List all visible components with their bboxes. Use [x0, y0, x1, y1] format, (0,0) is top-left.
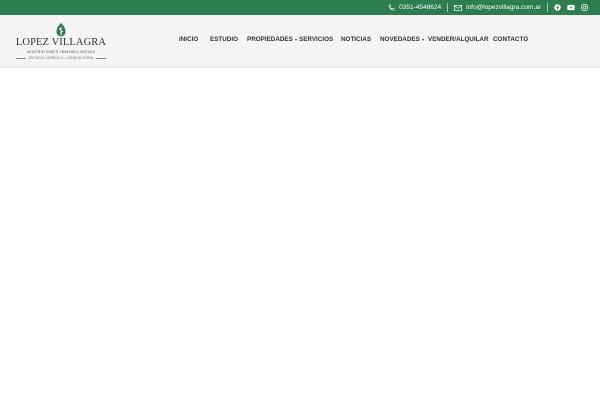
nav-item-estudio[interactable]: ESTUDIO [210, 36, 238, 43]
phone-link[interactable]: 0351-4548624 [388, 4, 441, 11]
facebook-icon[interactable] [554, 4, 561, 11]
instagram-icon[interactable] [581, 4, 588, 11]
divider [547, 3, 548, 12]
nav-item-vender-alquilar[interactable]: VENDER/ALQUILAR [428, 36, 489, 43]
nav-item-servicios[interactable]: SERVICIOS [299, 36, 333, 43]
top-bar: 0351-4548624 info@lopezvillagra.com.ar [0, 0, 600, 15]
phone-icon [388, 4, 395, 11]
nav-item-inicio[interactable]: INICIO [179, 36, 198, 43]
nav-item-label: NOTICIAS [341, 36, 372, 43]
nav-item-label: ESTUDIO [210, 36, 238, 43]
social-links [554, 4, 588, 11]
site-header: LOPEZ VILLAGRA INVERSIONES INMOBILIARIAS… [0, 15, 600, 68]
email-address: info@lopezvillagra.com.ar [466, 4, 541, 11]
nav-item-label: SERVICIOS [299, 36, 334, 43]
youtube-icon[interactable] [567, 4, 575, 11]
email-link[interactable]: info@lopezvillagra.com.ar [454, 4, 541, 11]
nav-item-label: VENDER/ALQUILAR [428, 36, 489, 43]
chevron-down-icon [294, 38, 297, 41]
page-content [0, 68, 600, 400]
nav-item-noticias[interactable]: NOTICIAS [341, 36, 371, 43]
main-navigation: INICIO ESTUDIO PROPIEDADES SERVICIOS NOT… [0, 15, 600, 67]
nav-item-label: PROPIEDADES [247, 36, 293, 43]
chevron-down-icon [421, 38, 424, 41]
mail-icon [454, 4, 463, 11]
nav-item-label: INICIO [179, 36, 199, 43]
nav-item-label: NOVEDADES [380, 36, 420, 43]
phone-number: 0351-4548624 [399, 4, 442, 11]
nav-item-contacto[interactable]: CONTACTO [493, 36, 528, 43]
nav-item-label: CONTACTO [493, 36, 529, 43]
nav-item-novedades[interactable]: NOVEDADES [380, 36, 424, 43]
divider [447, 3, 449, 12]
nav-item-propiedades[interactable]: PROPIEDADES [247, 36, 297, 43]
